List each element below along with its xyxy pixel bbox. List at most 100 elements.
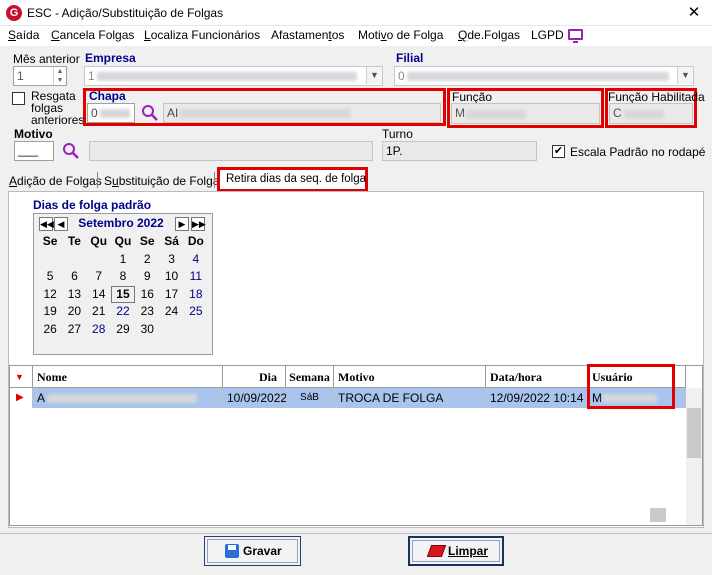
calendar-day[interactable]: 22 [111, 303, 135, 321]
funcao-value: M [455, 106, 465, 120]
redacted-text [100, 109, 130, 118]
menu-mnemonic: S [8, 28, 17, 42]
grid-header-nome[interactable]: Nome [33, 366, 223, 388]
menu-qde-folgas[interactable]: Qde.Folgas [458, 28, 520, 42]
calendar-day[interactable]: 12 [38, 286, 62, 304]
chevron-down-icon[interactable]: ▼ [677, 67, 693, 84]
calendar-day[interactable]: 4 [184, 251, 208, 269]
gravar-button[interactable]: Gravar [204, 536, 301, 566]
menu-lgpd[interactable]: LGPD [531, 28, 564, 42]
calendar-day[interactable]: 2 [135, 251, 159, 269]
vertical-scrollbar[interactable] [686, 388, 702, 525]
calendar-day[interactable]: 11 [184, 268, 208, 286]
calendar-week-row: 12 13 14 15 16 17 18 [38, 285, 208, 304]
tab-divider [214, 172, 215, 188]
menu-label: aída [16, 28, 40, 42]
calendar-day[interactable]: 9 [135, 268, 159, 286]
spin-down-icon[interactable]: ▼ [53, 76, 66, 85]
resgata-folgas-checkbox[interactable] [12, 92, 25, 105]
cell-nome-text: A [37, 391, 46, 405]
calendar-day[interactable]: 6 [62, 268, 86, 286]
calendar-day[interactable]: 8 [111, 268, 135, 286]
calendar-day[interactable]: 27 [62, 321, 86, 339]
resgata-folgas-label: Resgata folgas anteriores [31, 90, 84, 126]
funcao-habilitada-field: C [609, 103, 693, 124]
funcao-label: Função [452, 90, 493, 104]
grid-header-motivo[interactable]: Motivo [334, 366, 486, 388]
calendar-day[interactable]: 19 [38, 303, 62, 321]
grid-header-datahora[interactable]: Data/hora [486, 366, 588, 388]
calendar-day[interactable]: 18 [184, 286, 208, 304]
limpar-button[interactable]: Limpar [408, 536, 504, 566]
cell-nome[interactable]: A [33, 388, 223, 408]
monitor-icon[interactable] [568, 29, 583, 43]
motivo-input[interactable]: ___ [14, 141, 54, 161]
redacted-text [624, 110, 664, 119]
resgata-line: anteriores [31, 113, 85, 127]
calendar-day[interactable]: 20 [62, 303, 86, 321]
calendar-day[interactable]: 15 [110, 285, 136, 303]
spin-up-icon[interactable]: ▲ [53, 67, 66, 76]
calendar-day[interactable]: 3 [159, 251, 183, 269]
title-bar: G ESC - Adição/Substituição de Folgas ✕ [0, 0, 712, 26]
calendar-day[interactable]: 16 [135, 286, 159, 304]
tab-retira-dias[interactable]: Retira dias da seq. de folga [217, 167, 368, 192]
calendar-day[interactable]: 5 [38, 268, 62, 286]
menu-label: Moti [358, 28, 381, 42]
tab-mnemonic: u [112, 174, 119, 188]
menu-bar: Saída Cancela Folgas Localiza Funcionári… [0, 26, 712, 46]
filial-value: 0 [398, 69, 405, 83]
calendar-day[interactable]: 28 [87, 321, 111, 339]
calendar-day[interactable]: 29 [111, 321, 135, 339]
calendar-day[interactable]: 14 [87, 286, 111, 304]
calendar-day[interactable]: 26 [38, 321, 62, 339]
menu-localiza-funcionarios[interactable]: Localiza Funcionários [144, 28, 260, 42]
prev-month-icon[interactable]: ◀ [54, 217, 68, 231]
next-year-icon[interactable]: ▶▶ [191, 217, 206, 231]
grid-header-selector: ▼ [10, 366, 33, 388]
grid-header-dia[interactable]: Dia [223, 366, 286, 388]
tab-adicao-de-folgas[interactable]: Adição de Folgas [9, 174, 102, 188]
calendar-day[interactable]: 10 [159, 268, 183, 286]
empresa-combo[interactable]: 1 ▼ [84, 66, 383, 86]
usuario-highlight-box [587, 364, 675, 409]
cell-semana[interactable]: SáB [286, 388, 334, 408]
horizontal-scrollbar-thumb[interactable] [650, 508, 666, 522]
menu-mnemonic: C [51, 28, 60, 42]
cell-motivo[interactable]: TROCA DE FOLGA [334, 388, 486, 408]
filial-combo[interactable]: 0 ▼ [394, 66, 694, 86]
cell-datahora[interactable]: 12/09/2022 10:14 [486, 388, 588, 408]
search-icon[interactable] [62, 142, 80, 160]
mes-anterior-spin[interactable]: 1 ▲ ▼ [13, 66, 67, 86]
empresa-label: Empresa [85, 51, 136, 65]
calendar-weekday-row: Se Te Qu Qu Se Sá Do [38, 233, 208, 251]
close-button[interactable]: ✕ [682, 2, 706, 24]
next-month-icon[interactable]: ▶ [175, 217, 189, 231]
grid-header-semana[interactable]: Semana [286, 366, 334, 388]
calendar-day[interactable]: 21 [87, 303, 111, 321]
calendar-empty-cell [38, 251, 62, 269]
scrollbar-thumb[interactable] [687, 408, 701, 458]
menu-label: de.Folgas [467, 28, 521, 42]
chevron-down-icon[interactable]: ▼ [366, 67, 382, 84]
cell-dia[interactable]: 10/09/2022 [223, 388, 287, 408]
menu-saida[interactable]: Saída [8, 28, 39, 42]
escala-padrao-checkbox[interactable]: ✔ [552, 145, 565, 158]
calendar-day[interactable]: 7 [87, 268, 111, 286]
calendar-day[interactable]: 24 [159, 303, 183, 321]
menu-cancela-folgas[interactable]: Cancela Folgas [51, 28, 134, 42]
tab-substituicao-de-folgas[interactable]: Substituição de Folgas [104, 174, 225, 188]
menu-afastamentos[interactable]: Afastamentos [271, 28, 344, 42]
menu-motivo-de-folga[interactable]: Motivo de Folga [358, 28, 443, 42]
prev-year-icon[interactable]: ◀◀ [39, 217, 54, 231]
search-icon[interactable] [141, 104, 159, 122]
calendar-day[interactable]: 13 [62, 286, 86, 304]
calendar-day[interactable]: 23 [135, 303, 159, 321]
window-title: ESC - Adição/Substituição de Folgas [27, 6, 224, 20]
calendar-day[interactable]: 30 [135, 321, 159, 339]
chapa-input[interactable]: 0 [87, 103, 135, 123]
calendar-day[interactable]: 25 [184, 303, 208, 321]
calendar-day[interactable]: 1 [111, 251, 135, 269]
empresa-value: 1 [88, 69, 95, 83]
calendar-day[interactable]: 17 [159, 286, 183, 304]
